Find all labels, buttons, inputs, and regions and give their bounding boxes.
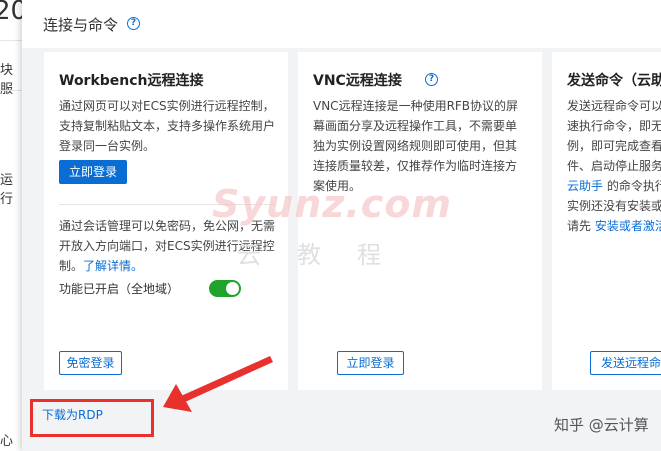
arrow-annotation-icon (163, 356, 273, 412)
arrow-shaft (181, 356, 273, 402)
